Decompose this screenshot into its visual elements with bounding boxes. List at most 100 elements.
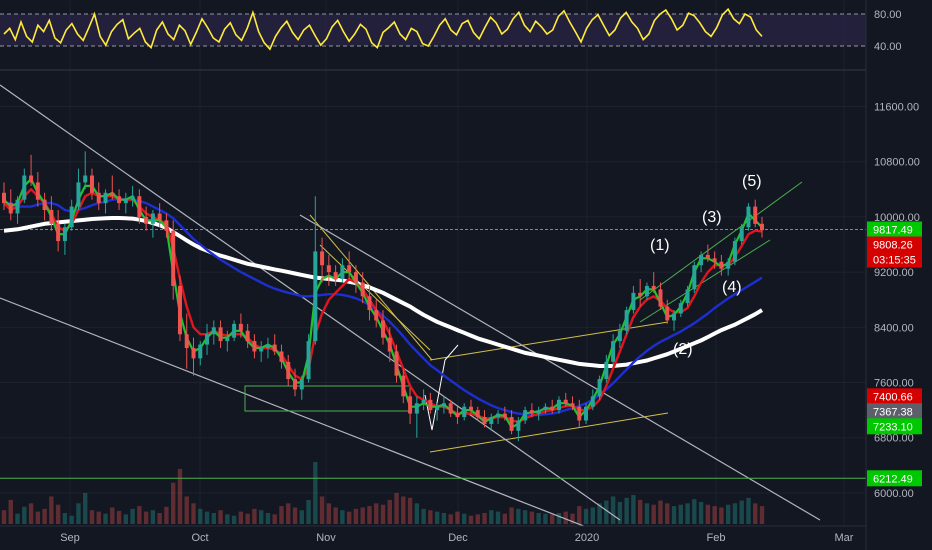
volume-bar	[577, 506, 582, 524]
candle-body	[367, 296, 372, 311]
volume-bar	[509, 507, 514, 524]
candle-body	[448, 403, 453, 414]
candle-body	[543, 406, 548, 411]
candle-body	[306, 341, 311, 380]
volume-bar	[299, 510, 304, 524]
volume-bar	[651, 504, 656, 524]
volume-bar	[306, 499, 311, 524]
candle-body	[523, 410, 528, 421]
candle-body	[712, 258, 717, 262]
volume-bar	[238, 511, 244, 524]
time-tick-label: Sep	[60, 532, 80, 544]
chart-background	[0, 0, 932, 550]
wave-label: (4)	[722, 279, 742, 296]
candle-body	[455, 413, 460, 418]
candle-body	[22, 175, 27, 200]
candle-body	[408, 396, 413, 414]
candle-body	[692, 265, 697, 290]
volume-bar	[184, 496, 189, 524]
candle-body	[374, 310, 379, 321]
candle-body	[164, 220, 169, 231]
volume-bar	[42, 508, 47, 524]
volume-bar	[170, 482, 176, 524]
candle-body	[753, 206, 758, 224]
volume-bar	[678, 504, 683, 524]
candle-body	[665, 306, 670, 321]
volume-bar	[1, 510, 7, 524]
candle-body	[617, 330, 622, 342]
candle-body	[252, 341, 257, 352]
candle-body	[69, 206, 74, 228]
candle-body	[631, 292, 636, 311]
candle-body	[225, 337, 230, 342]
volume-bar	[279, 506, 284, 524]
volume-bar	[583, 508, 589, 524]
volume-bar	[434, 511, 440, 524]
candle-body	[191, 348, 196, 359]
volume-bar	[143, 511, 149, 524]
volume-bar	[96, 511, 101, 524]
volume-bar	[218, 510, 223, 524]
volume-bar	[15, 513, 20, 524]
candle-body	[516, 420, 521, 431]
candle-body	[130, 196, 135, 200]
volume-bar	[353, 508, 359, 524]
candle-body	[651, 285, 656, 290]
volume-bar	[482, 512, 487, 524]
volume-bar	[516, 508, 521, 524]
volume-bar	[644, 503, 650, 524]
volume-bar	[441, 512, 447, 524]
trading-chart[interactable]: 80.00 40.00 (1) (2) (3) (4) (5) 11600.00 10800…	[0, 0, 932, 550]
volume-bar	[590, 507, 596, 524]
volume-bar	[725, 504, 731, 524]
candle-body	[475, 410, 480, 418]
rsi-tick-label: 40.00	[874, 41, 902, 53]
candle-body	[726, 261, 731, 269]
candle-body	[435, 406, 440, 411]
price-label-text: 7233.10	[873, 421, 913, 433]
volume-bar	[489, 510, 494, 524]
candle-body	[103, 192, 108, 204]
candle-body	[496, 413, 501, 418]
candle-body	[658, 289, 663, 307]
candle-body	[570, 403, 575, 407]
candle-body	[218, 327, 223, 342]
candle-body	[353, 272, 358, 283]
candle-body	[272, 344, 277, 352]
candle-body	[428, 399, 433, 411]
candle-body	[265, 344, 270, 349]
candle-body	[326, 265, 331, 273]
candle-body	[117, 196, 122, 204]
candle-body	[360, 282, 365, 297]
volume-bar	[313, 462, 318, 524]
candle-body	[624, 310, 629, 331]
candle-body	[644, 285, 649, 297]
volume-bar	[360, 507, 365, 524]
candle-body	[401, 375, 406, 397]
candle-body	[56, 223, 61, 242]
wave-label: (2)	[673, 341, 693, 358]
volume-bar	[231, 515, 237, 524]
candle-body	[171, 230, 176, 286]
volume-bar	[380, 504, 386, 524]
candle-body	[672, 313, 677, 321]
volume-bar	[658, 500, 663, 524]
candle-body	[205, 334, 210, 345]
volume-bar	[428, 510, 433, 524]
volume-bar	[258, 510, 264, 524]
candle-body	[245, 330, 250, 342]
volume-bar	[401, 496, 406, 524]
wave-label: (3)	[702, 209, 722, 226]
volume-bar	[549, 514, 555, 524]
rsi-band	[0, 14, 866, 46]
volume-bar	[83, 493, 88, 524]
candle-body	[333, 272, 338, 280]
volume-bar	[110, 507, 115, 524]
candle-body	[211, 327, 216, 335]
volume-bar	[637, 499, 643, 524]
volume-bar	[604, 500, 609, 524]
time-tick-label: Nov	[316, 532, 336, 544]
volume-bar	[455, 511, 460, 524]
candle-body	[259, 348, 264, 352]
candle-body	[414, 403, 419, 414]
